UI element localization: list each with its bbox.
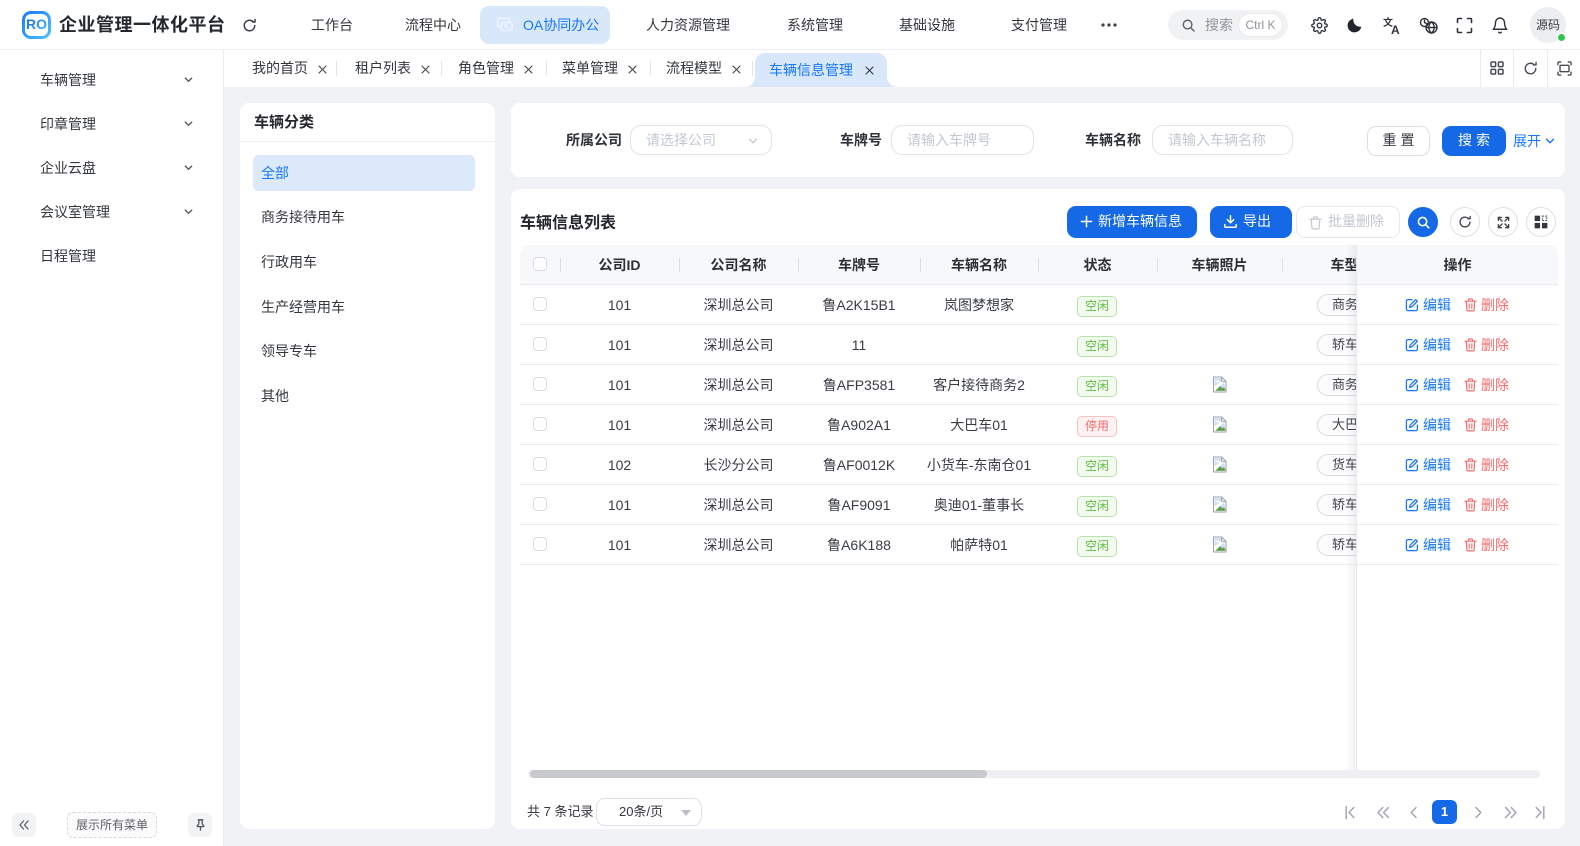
svg-text:A: A	[1391, 23, 1400, 35]
